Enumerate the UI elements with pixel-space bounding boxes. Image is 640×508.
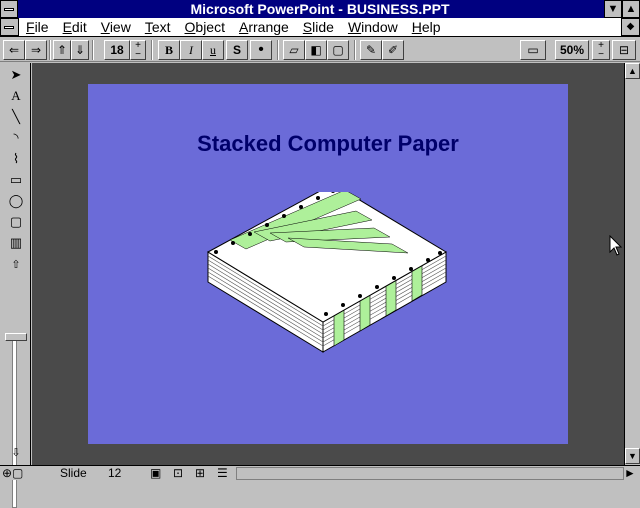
- menu-slide[interactable]: Slide: [303, 19, 334, 35]
- zoom-stepper[interactable]: + −: [592, 40, 610, 60]
- text-tool-icon[interactable]: A: [4, 86, 28, 106]
- font-size-field[interactable]: 18: [104, 40, 130, 60]
- slide-nav-icon[interactable]: ⊕▢: [2, 466, 23, 480]
- scroll-right-icon[interactable]: ►: [624, 466, 636, 480]
- shapes-tool-icon[interactable]: ▢: [4, 212, 28, 232]
- scroll-down-icon[interactable]: ▼: [625, 448, 640, 464]
- arc-tool-icon[interactable]: ◝: [4, 128, 28, 148]
- menu-view[interactable]: View: [101, 19, 131, 35]
- slide-canvas[interactable]: Stacked Computer Paper: [88, 84, 568, 444]
- slide-show-icon[interactable]: ▭: [520, 40, 546, 60]
- menu-bar: File Edit View Text Object Arrange Slide Window…: [0, 18, 640, 37]
- freeform-tool-icon[interactable]: ⌇: [4, 149, 28, 169]
- italic-button[interactable]: I: [180, 40, 202, 60]
- horizontal-scrollbar[interactable]: [236, 467, 624, 480]
- notes-view-icon[interactable]: ⊡: [173, 466, 183, 480]
- menu-help[interactable]: Help: [412, 19, 441, 35]
- document-control-menu[interactable]: [0, 18, 19, 36]
- zoom-slider-track[interactable]: [12, 338, 17, 508]
- zoom-fit-icon[interactable]: ⊟: [612, 40, 636, 60]
- toolbar: ⇐ ⇒ ⇑ ⇓ 18 + − B I u S • ▱ ◧ ▢ ✎ ✐ ▭ 50% …: [0, 38, 640, 62]
- line-tool-icon[interactable]: ╲: [4, 107, 28, 127]
- slide-title[interactable]: Stacked Computer Paper: [88, 131, 568, 157]
- menu-arrange[interactable]: Arrange: [239, 19, 289, 35]
- bold-button[interactable]: B: [158, 40, 180, 60]
- slide-workspace: Stacked Computer Paper: [32, 63, 624, 465]
- font-size-stepper[interactable]: + −: [130, 40, 146, 60]
- rectangle-tool-icon[interactable]: ▭: [4, 170, 28, 190]
- slide-label: Slide: [60, 466, 87, 480]
- graph-tool-icon[interactable]: ▥: [4, 233, 28, 253]
- pick-up-style-icon[interactable]: ✎: [360, 40, 382, 60]
- stacked-paper-illustration[interactable]: [198, 192, 458, 362]
- selection-arrow-icon[interactable]: ➤: [4, 65, 28, 85]
- promote-icon[interactable]: ⇐: [3, 40, 25, 60]
- menu-text[interactable]: Text: [145, 19, 171, 35]
- restore-document-button[interactable]: ◆: [621, 18, 640, 36]
- bullet-button[interactable]: •: [250, 40, 272, 60]
- zoom-slider-thumb[interactable]: [5, 333, 27, 341]
- scroll-up-icon[interactable]: ▲: [625, 63, 640, 79]
- move-down-icon[interactable]: ⇓: [71, 40, 89, 60]
- title-bar: Microsoft PowerPoint - BUSINESS.PPT ▼ ▲: [0, 0, 640, 18]
- move-up-icon[interactable]: ⇑: [53, 40, 71, 60]
- slide-number: 12: [108, 466, 122, 480]
- minimize-button[interactable]: ▼: [604, 0, 622, 18]
- vertical-scrollbar[interactable]: ▲ ▼: [624, 63, 640, 465]
- tool-palette: ➤ A ╲ ◝ ⌇ ▭ ◯ ▢ ▥ ⇧ ⇩: [0, 63, 31, 508]
- slide-sorter-icon[interactable]: ⊞: [195, 466, 205, 480]
- ellipse-tool-icon[interactable]: ◯: [4, 191, 28, 211]
- zoom-out-arrow-icon[interactable]: ⇩: [4, 443, 28, 463]
- menu-object[interactable]: Object: [185, 19, 225, 35]
- slide-view-icon[interactable]: ▣: [150, 466, 161, 480]
- mouse-pointer-icon: [609, 235, 623, 256]
- apply-style-icon[interactable]: ✐: [382, 40, 404, 60]
- underline-button[interactable]: u: [202, 40, 224, 60]
- zoom-in-arrow-icon[interactable]: ⇧: [4, 255, 28, 275]
- status-bar: ⊕▢ Slide 12 ▣ ⊡ ⊞ ☰ ►: [0, 465, 640, 480]
- shadow-shape-icon[interactable]: ▢: [327, 40, 349, 60]
- maximize-button[interactable]: ▲: [622, 0, 640, 18]
- menu-file[interactable]: File: [26, 19, 49, 35]
- shadow-button[interactable]: S: [226, 40, 248, 60]
- zoom-level[interactable]: 50%: [555, 40, 589, 60]
- demote-icon[interactable]: ⇒: [25, 40, 47, 60]
- window-title: Microsoft PowerPoint - BUSINESS.PPT: [190, 1, 450, 17]
- line-style-icon[interactable]: ▱: [283, 40, 305, 60]
- menu-edit[interactable]: Edit: [63, 19, 87, 35]
- outline-view-icon[interactable]: ☰: [217, 466, 228, 480]
- fill-icon[interactable]: ◧: [305, 40, 327, 60]
- menu-window[interactable]: Window: [348, 19, 398, 35]
